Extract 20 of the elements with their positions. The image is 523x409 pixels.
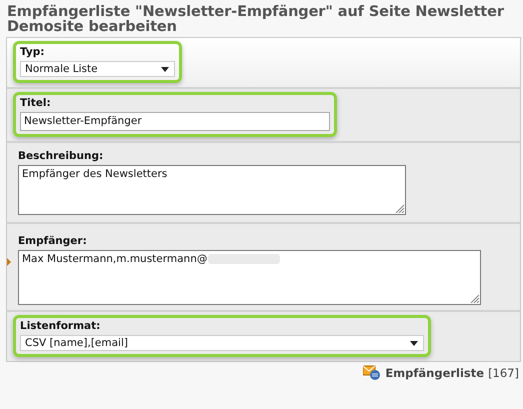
mail-list-icon bbox=[363, 365, 382, 381]
dropdown[interactable]: CSV [name],[email] bbox=[20, 335, 424, 351]
field-label: Titel: bbox=[20, 97, 52, 109]
caret-icon bbox=[161, 66, 169, 72]
field-label: Typ: bbox=[20, 46, 46, 58]
page-title: Empfängerliste "Newsletter-Empfänger" auf Seite Newsletter Demosite bearbeiten bbox=[7, 5, 505, 35]
field-label: Listenformat: bbox=[20, 320, 102, 332]
resize-grip-icon bbox=[470, 294, 479, 303]
caret-icon bbox=[410, 340, 418, 346]
text-area-value: Max Mustermann,m.mustermann@ bbox=[22, 253, 208, 265]
recipient-count: [167] bbox=[488, 366, 519, 380]
text-area[interactable]: Empfänger des Newsletters bbox=[18, 165, 406, 215]
text-area[interactable]: Max Mustermann,m.mustermann@ bbox=[18, 250, 481, 305]
resize-grip-icon bbox=[395, 204, 404, 213]
input-field[interactable]: Newsletter-Empfänger bbox=[20, 112, 330, 131]
text-area-value: Empfänger des Newsletters bbox=[22, 168, 168, 180]
list-link[interactable]: Empfängerliste bbox=[385, 366, 484, 380]
field-label: Empfänger: bbox=[18, 235, 88, 247]
dropdown[interactable]: Normale Liste bbox=[20, 61, 175, 77]
field-label: Beschreibung: bbox=[18, 150, 104, 162]
